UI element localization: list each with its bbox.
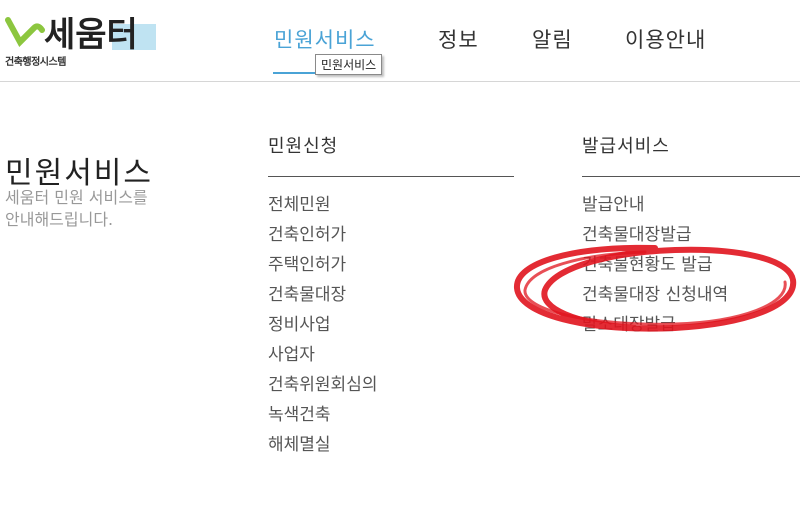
page-title: 민원서비스 xyxy=(5,156,153,192)
menu-item-redevelopment[interactable]: 정비사업 xyxy=(268,311,514,341)
site-logo[interactable]: 세움터 건축행정시스템 xyxy=(4,14,164,70)
nav-item-notice[interactable]: 알림 xyxy=(532,24,573,54)
page-description: 세움터 민원 서비스를 안내해드립니다. xyxy=(5,188,148,229)
nav-item-info[interactable]: 정보 xyxy=(438,24,479,54)
menu-item-green-building[interactable]: 녹색건축 xyxy=(268,401,514,431)
column-heading-application: 민원신청 xyxy=(268,132,514,177)
application-list: 전체민원 건축인허가 주택인허가 건축물대장 정비사업 사업자 건축위원회심의 … xyxy=(268,191,514,461)
menu-item-building-permit[interactable]: 건축인허가 xyxy=(268,221,514,251)
menu-item-housing-permit[interactable]: 주택인허가 xyxy=(268,251,514,281)
nav-tooltip: 민원서비스 xyxy=(315,54,383,75)
header: 세움터 건축행정시스템 민원서비스 정보 알림 이용안내 xyxy=(0,0,800,82)
nav-item-guide[interactable]: 이용안내 xyxy=(625,24,706,54)
menu-item-building-register[interactable]: 건축물대장 xyxy=(268,281,514,311)
menu-column-application: 민원신청 전체민원 건축인허가 주택인허가 건축물대장 정비사업 사업자 건축위… xyxy=(268,132,514,461)
menu-item-business-operator[interactable]: 사업자 xyxy=(268,341,514,371)
menu-item-issuance-guide[interactable]: 발급안내 xyxy=(582,191,800,221)
menu-item-status-drawing-issuance[interactable]: 건축물현황도 발급 xyxy=(582,251,800,281)
menu-item-register-request-history[interactable]: 건축물대장 신청내역 xyxy=(582,281,800,311)
menu-item-demolition[interactable]: 해체멸실 xyxy=(268,431,514,461)
nav-item-civil-service[interactable]: 민원서비스 xyxy=(274,24,376,54)
logo-graphic: 세움터 xyxy=(5,15,156,54)
menu-item-register-issuance[interactable]: 건축물대장발급 xyxy=(582,221,800,251)
menu-column-issuance: 발급서비스 발급안내 건축물대장발급 건축물현황도 발급 건축물대장 신청내역 … xyxy=(582,132,800,341)
page: 세움터 건축행정시스템 민원서비스 정보 알림 이용안내 민원서비스 민원서비스… xyxy=(0,0,800,512)
logo-text: 세움터 xyxy=(44,15,138,54)
menu-item-building-committee[interactable]: 건축위원회심의 xyxy=(268,371,514,401)
issuance-list: 발급안내 건축물대장발급 건축물현황도 발급 건축물대장 신청내역 말소대장발급 xyxy=(582,191,800,341)
logo-subtitle: 건축행정시스템 xyxy=(5,57,66,68)
column-heading-issuance: 발급서비스 xyxy=(582,132,800,177)
menu-item-cancelled-register-issuance[interactable]: 말소대장발급 xyxy=(582,311,800,341)
menu-item-all-civil[interactable]: 전체민원 xyxy=(268,191,514,221)
nav-active-underline xyxy=(273,72,317,74)
